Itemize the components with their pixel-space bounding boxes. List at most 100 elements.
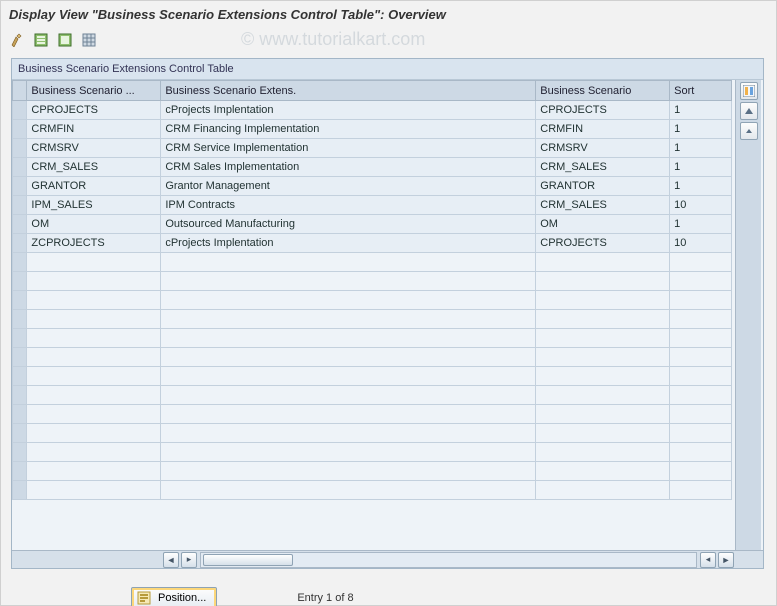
cell-empty <box>27 253 161 272</box>
row-selector[interactable] <box>13 405 27 424</box>
table-row[interactable]: CPROJECTScProjects ImplentationCPROJECTS… <box>13 101 732 120</box>
cell: 1 <box>670 158 732 177</box>
hscroll-track[interactable] <box>200 552 697 568</box>
table-settings-icon[interactable] <box>79 30 99 50</box>
row-selector[interactable] <box>13 424 27 443</box>
table-row[interactable]: ZCPROJECTScProjects ImplentationCPROJECT… <box>13 234 732 253</box>
cell-empty <box>161 291 536 310</box>
row-selector[interactable] <box>13 101 27 120</box>
cell-empty <box>27 291 161 310</box>
hscroll-thumb[interactable] <box>203 554 293 566</box>
deselect-all-icon[interactable] <box>55 30 75 50</box>
grid-container: Business Scenario ... Business Scenario … <box>12 80 763 550</box>
cell-empty <box>161 386 536 405</box>
cell-empty <box>536 462 670 481</box>
table-row[interactable]: IPM_SALESIPM ContractsCRM_SALES10 <box>13 196 732 215</box>
table-row-empty <box>13 405 732 424</box>
cell-empty <box>536 253 670 272</box>
row-selector[interactable] <box>13 310 27 329</box>
col-header-sort[interactable]: Sort <box>670 81 732 101</box>
table-row-empty <box>13 367 732 386</box>
cell-empty <box>161 253 536 272</box>
row-selector-header[interactable] <box>13 81 27 101</box>
cell: cProjects Implentation <box>161 234 536 253</box>
cell: CPROJECTS <box>27 101 161 120</box>
sap-window: Display View "Business Scenario Extensio… <box>0 0 777 606</box>
row-selector[interactable] <box>13 196 27 215</box>
scroll-top-icon[interactable] <box>740 102 758 120</box>
row-selector[interactable] <box>13 386 27 405</box>
row-selector[interactable] <box>13 253 27 272</box>
row-selector[interactable] <box>13 348 27 367</box>
table-panel: Business Scenario Extensions Control Tab… <box>11 58 764 569</box>
hscroll-step-left-icon[interactable]: ▸ <box>181 552 197 568</box>
row-selector[interactable] <box>13 158 27 177</box>
row-selector[interactable] <box>13 234 27 253</box>
cell-empty <box>161 329 536 348</box>
cell-empty <box>670 443 732 462</box>
table-row-empty <box>13 310 732 329</box>
cell: 10 <box>670 234 732 253</box>
application-toolbar <box>1 28 776 58</box>
cell: 1 <box>670 215 732 234</box>
table-row[interactable]: GRANTORGrantor ManagementGRANTOR1 <box>13 177 732 196</box>
scroll-up-icon[interactable] <box>740 122 758 140</box>
cell-empty <box>536 405 670 424</box>
row-selector[interactable] <box>13 139 27 158</box>
cell-empty <box>27 272 161 291</box>
row-selector[interactable] <box>13 215 27 234</box>
table-row[interactable]: OMOutsourced ManufacturingOM1 <box>13 215 732 234</box>
row-selector[interactable] <box>13 367 27 386</box>
cell-empty <box>670 367 732 386</box>
table-row[interactable]: CRM_SALESCRM Sales ImplementationCRM_SAL… <box>13 158 732 177</box>
table-row[interactable]: CRMFINCRM Financing ImplementationCRMFIN… <box>13 120 732 139</box>
row-selector[interactable] <box>13 329 27 348</box>
table-config-column <box>735 80 761 550</box>
col-header-scenario-ext-id[interactable]: Business Scenario ... <box>27 81 161 101</box>
cell-empty <box>670 481 732 500</box>
cell-empty <box>27 424 161 443</box>
row-selector[interactable] <box>13 481 27 500</box>
cell-empty <box>670 253 732 272</box>
position-button[interactable]: Position... <box>131 587 217 606</box>
configure-columns-icon[interactable] <box>740 82 758 100</box>
table-row-empty <box>13 443 732 462</box>
cell-empty <box>670 348 732 367</box>
row-selector[interactable] <box>13 272 27 291</box>
cell-empty <box>536 272 670 291</box>
tool-icon-1[interactable] <box>7 30 27 50</box>
cell-empty <box>161 310 536 329</box>
cell-empty <box>670 310 732 329</box>
table-row-empty <box>13 272 732 291</box>
cell: cProjects Implentation <box>161 101 536 120</box>
cell-empty <box>536 424 670 443</box>
cell-empty <box>27 462 161 481</box>
cell-empty <box>161 405 536 424</box>
cell-empty <box>536 367 670 386</box>
cell: Grantor Management <box>161 177 536 196</box>
cell-empty <box>161 272 536 291</box>
cell-empty <box>670 424 732 443</box>
cell-empty <box>27 367 161 386</box>
cell: 1 <box>670 177 732 196</box>
table-row[interactable]: CRMSRVCRM Service ImplementationCRMSRV1 <box>13 139 732 158</box>
hscroll-left-icon[interactable]: ◄ <box>163 552 179 568</box>
cell: CRM_SALES <box>536 196 670 215</box>
row-selector[interactable] <box>13 462 27 481</box>
col-header-business-scenario[interactable]: Business Scenario <box>536 81 670 101</box>
row-selector[interactable] <box>13 443 27 462</box>
hscroll-right-icon[interactable]: ► <box>718 552 734 568</box>
cell-empty <box>161 481 536 500</box>
cell-empty <box>536 386 670 405</box>
col-header-scenario-ext-desc[interactable]: Business Scenario Extens. <box>161 81 536 101</box>
row-selector[interactable] <box>13 291 27 310</box>
hscroll-step-right-icon[interactable]: ◂ <box>700 552 716 568</box>
row-selector[interactable] <box>13 120 27 139</box>
panel-title: Business Scenario Extensions Control Tab… <box>12 59 763 80</box>
row-selector[interactable] <box>13 177 27 196</box>
cell-empty <box>27 310 161 329</box>
window-title: Display View "Business Scenario Extensio… <box>1 1 776 28</box>
select-all-icon[interactable] <box>31 30 51 50</box>
position-button-label: Position... <box>158 592 206 604</box>
cell-empty <box>670 386 732 405</box>
